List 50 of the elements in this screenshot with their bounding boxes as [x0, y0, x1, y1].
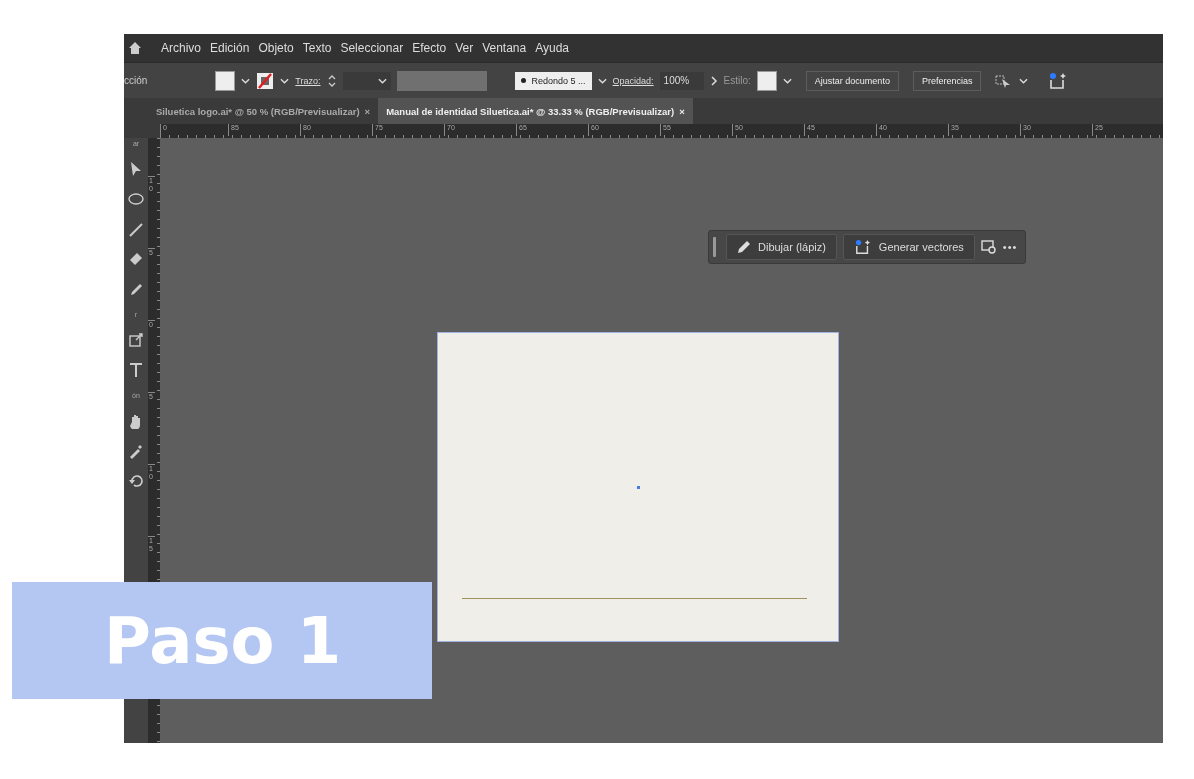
pencil-icon [737, 240, 751, 254]
generate-vector-icon [853, 239, 872, 255]
no-stroke-swatch[interactable] [256, 71, 275, 90]
stroke-width-field[interactable] [342, 71, 391, 90]
fill-swatch[interactable] [215, 70, 236, 91]
brush-icon[interactable] [128, 281, 144, 297]
task-button[interactable]: Generar vectores [842, 234, 975, 260]
artboard-icon[interactable] [128, 332, 144, 348]
menu-item[interactable]: Texto [302, 41, 332, 55]
menu-item[interactable]: Seleccionar [340, 41, 404, 55]
ellipse-icon[interactable] [128, 191, 144, 207]
menu-item[interactable]: Ventana [482, 41, 527, 55]
menu-item[interactable]: Ver [455, 41, 474, 55]
menu-item[interactable]: Objeto [258, 41, 294, 55]
caret-icon[interactable] [377, 77, 387, 84]
opacity-label[interactable]: Opacidad: [612, 75, 654, 86]
toolbar-button[interactable]: Ajustar documento [805, 70, 899, 91]
caret-icon[interactable] [241, 77, 251, 84]
menu-item[interactable]: Archivo [161, 41, 201, 55]
pencil-icon[interactable] [128, 221, 144, 237]
image-settings-icon[interactable] [980, 240, 997, 254]
document-tab[interactable]: Manual de identidad Siluetica.ai* @ 33.33 % (RGB/Previsualizar) × [378, 98, 693, 124]
stroke-label[interactable]: Trazo: [295, 75, 321, 86]
menu-item[interactable]: Edición [210, 41, 250, 55]
brush-dot-icon [520, 78, 526, 83]
close-icon[interactable]: × [364, 105, 371, 117]
variable-width-field[interactable] [396, 70, 487, 91]
caret-icon[interactable] [1019, 77, 1029, 84]
more-icon[interactable]: ••• [1002, 241, 1018, 253]
close-icon[interactable]: × [679, 105, 685, 117]
rotate-icon[interactable] [128, 473, 144, 489]
eyedropper-icon[interactable] [128, 443, 144, 459]
anchor-point [637, 486, 640, 489]
selection-label: cción [124, 75, 148, 86]
home-icon[interactable] [128, 41, 142, 55]
style-swatch[interactable] [756, 70, 777, 91]
caret-icon[interactable] [280, 77, 290, 84]
caret-icon[interactable] [597, 77, 607, 84]
drag-handle[interactable] [713, 237, 716, 257]
type-icon[interactable] [128, 362, 144, 378]
style-label: Estilo: [723, 75, 751, 86]
menu-item[interactable]: Efecto [412, 41, 447, 55]
toolbar-button[interactable]: Preferencias [912, 70, 982, 91]
opacity-field[interactable]: 100% [659, 71, 704, 90]
chevron-right-icon[interactable] [709, 75, 718, 86]
caret-icon[interactable] [782, 77, 792, 84]
brush-dropdown[interactable]: Redondo 5 ... [514, 71, 592, 90]
menu-item[interactable]: Ayuda [535, 41, 570, 55]
eraser-icon[interactable] [128, 251, 144, 267]
task-button[interactable]: Dibujar (lápiz) [726, 234, 837, 260]
